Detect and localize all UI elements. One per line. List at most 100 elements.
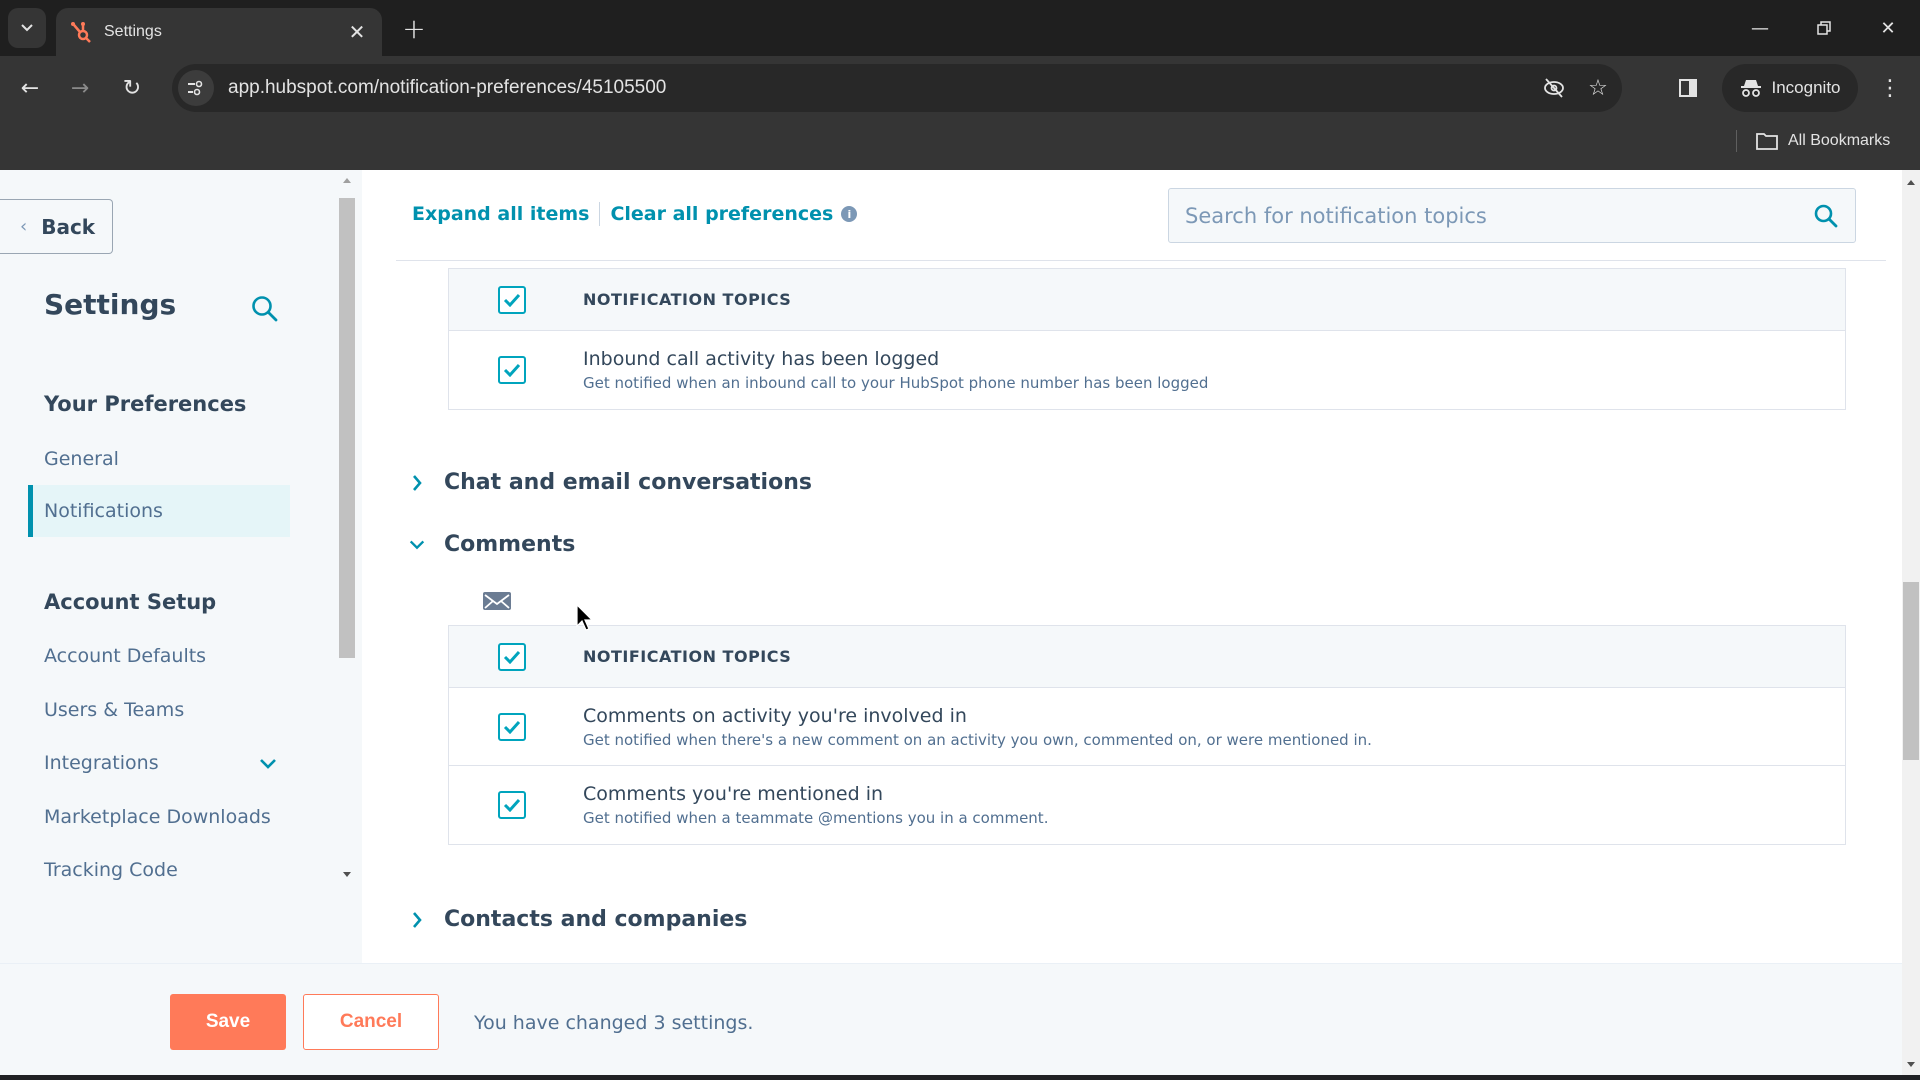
settings-search-icon[interactable] (250, 294, 280, 324)
incognito-badge[interactable]: Incognito (1722, 64, 1858, 112)
all-bookmarks-label: All Bookmarks (1788, 132, 1891, 149)
sidebar-scrollbar-thumb[interactable] (339, 198, 355, 658)
sidebar-item-notifications[interactable]: Notifications (28, 485, 290, 537)
settings-title: Settings (44, 288, 177, 321)
table-header: NOTIFICATION TOPICS (449, 269, 1845, 331)
close-tab-icon[interactable]: ✕ (346, 20, 368, 44)
scroll-down-arrow-icon[interactable] (343, 872, 351, 877)
chevron-down-icon[interactable] (258, 754, 278, 776)
folder-icon (1756, 133, 1778, 150)
chevron-down-icon (21, 24, 33, 32)
save-bar: Save Cancel You have changed 3 settings. (0, 963, 1902, 1075)
bookmarks-bar: All Bookmarks (0, 120, 1920, 170)
sidebar-item-users-teams[interactable]: Users & Teams (44, 699, 284, 721)
category-label: Comments (444, 532, 576, 557)
incognito-icon (1740, 80, 1761, 97)
address-bar[interactable]: app.hubspot.com/notification-preferences… (172, 64, 1622, 112)
topic-name: Inbound call activity has been logged (583, 348, 940, 370)
expand-all-link[interactable]: Expand all items (412, 203, 589, 225)
tab-title: Settings (104, 23, 162, 40)
sidebar-item-marketplace-downloads[interactable]: Marketplace Downloads (44, 806, 284, 828)
bookmarks-divider (1736, 130, 1737, 152)
topic-description: Get notified when there's a new comment … (583, 730, 1372, 749)
table-header: NOTIFICATION TOPICS (449, 626, 1845, 688)
mouse-cursor-icon (576, 604, 594, 631)
checkmark-icon (503, 650, 521, 664)
actions-divider (599, 202, 601, 226)
category-comments[interactable]: Comments (408, 532, 575, 557)
sidebar-item-tracking-code[interactable]: Tracking Code (44, 859, 284, 881)
chevron-right-icon (408, 473, 426, 493)
checkmark-icon (503, 720, 521, 734)
sidebar-item-label: Notifications (44, 500, 163, 522)
cancel-button[interactable]: Cancel (303, 994, 439, 1050)
topic-checkbox[interactable] (498, 712, 526, 741)
checkmark-icon (503, 293, 521, 307)
sidebar-item-account-defaults[interactable]: Account Defaults (44, 645, 284, 667)
calls-topics-table: NOTIFICATION TOPICS Inbound call activit… (448, 268, 1846, 410)
email-icon (482, 591, 512, 611)
topic-checkbox[interactable] (498, 791, 526, 819)
chevron-down-icon (408, 538, 426, 552)
comments-topics-table: NOTIFICATION TOPICS Comments on activity… (448, 625, 1846, 845)
clear-all-link[interactable]: Clear all preferences (610, 203, 833, 225)
select-all-checkbox[interactable] (498, 642, 526, 671)
more-menu-icon[interactable]: ⋮ (1870, 68, 1910, 108)
incognito-label: Incognito (1771, 78, 1841, 97)
section-heading-account-setup: Account Setup (44, 590, 217, 614)
back-button[interactable]: ‹ Back (0, 199, 113, 254)
chevron-left-icon: ‹ (20, 216, 28, 237)
eye-off-icon[interactable] (1534, 68, 1574, 108)
topic-description: Get notified when an inbound call to you… (583, 374, 1209, 392)
notification-preferences-main: Expand all items Clear all preferences i… (362, 170, 1902, 963)
settings-sidebar: ‹ Back Settings Your Preferences General… (0, 170, 362, 963)
topic-description: Get notified when a teammate @mentions y… (583, 809, 1049, 827)
select-all-checkbox[interactable] (498, 285, 526, 314)
bottom-edge (0, 1075, 1920, 1080)
topic-name: Comments on activity you're involved in (583, 704, 967, 727)
scroll-up-arrow-icon[interactable] (1907, 180, 1915, 185)
header-divider (396, 260, 1886, 261)
main-scrollbar[interactable] (1902, 170, 1920, 1075)
sidebar-scrollbar[interactable] (338, 174, 356, 877)
close-window-icon[interactable]: ✕ (1868, 8, 1908, 48)
table-row: Comments on activity you're involved in … (449, 688, 1845, 766)
section-heading-your-preferences: Your Preferences (44, 392, 247, 416)
topic-search-input[interactable] (1185, 203, 1813, 228)
chevron-right-icon (408, 910, 426, 930)
url-text[interactable]: app.hubspot.com/notification-preferences… (228, 77, 1534, 99)
topic-search-box (1168, 188, 1856, 243)
bookmark-star-icon[interactable]: ☆ (1578, 68, 1618, 108)
category-chat-email[interactable]: Chat and email conversations (408, 470, 812, 495)
browser-tab-settings[interactable]: Settings ✕ (56, 8, 382, 56)
category-label: Contacts and companies (444, 907, 748, 932)
browser-tab-bar: Settings ✕ + — ✕ (0, 0, 1920, 56)
back-label: Back (41, 214, 96, 239)
table-row: Inbound call activity has been logged Ge… (449, 331, 1845, 409)
forward-arrow-icon[interactable]: → (60, 68, 100, 108)
changes-status-text: You have changed 3 settings. (474, 1012, 754, 1034)
topic-checkbox[interactable] (498, 356, 526, 384)
main-scrollbar-thumb[interactable] (1903, 582, 1919, 760)
table-header-label: NOTIFICATION TOPICS (583, 647, 792, 666)
tab-search-button[interactable] (8, 8, 46, 48)
all-bookmarks-button[interactable]: All Bookmarks (1756, 126, 1890, 156)
hubspot-logo-icon (70, 21, 92, 43)
sidebar-item-label: Integrations (44, 752, 159, 774)
scroll-up-arrow-icon[interactable] (343, 178, 351, 183)
search-icon[interactable] (1813, 203, 1839, 229)
category-contacts-companies[interactable]: Contacts and companies (408, 907, 747, 932)
side-panel-icon[interactable] (1668, 68, 1708, 108)
back-arrow-icon[interactable]: ← (10, 68, 50, 108)
restore-icon[interactable] (1804, 8, 1844, 48)
site-info-icon[interactable] (178, 70, 214, 106)
scroll-down-arrow-icon[interactable] (1907, 1062, 1915, 1067)
sidebar-item-general[interactable]: General (44, 448, 284, 470)
minimize-icon[interactable]: — (1740, 8, 1780, 48)
reload-icon[interactable]: ↻ (112, 68, 152, 108)
new-tab-button[interactable]: + (398, 12, 430, 45)
checkmark-icon (503, 363, 521, 377)
save-button[interactable]: Save (170, 994, 286, 1050)
sidebar-item-integrations[interactable]: Integrations (44, 752, 284, 774)
info-icon[interactable]: i (841, 206, 858, 222)
